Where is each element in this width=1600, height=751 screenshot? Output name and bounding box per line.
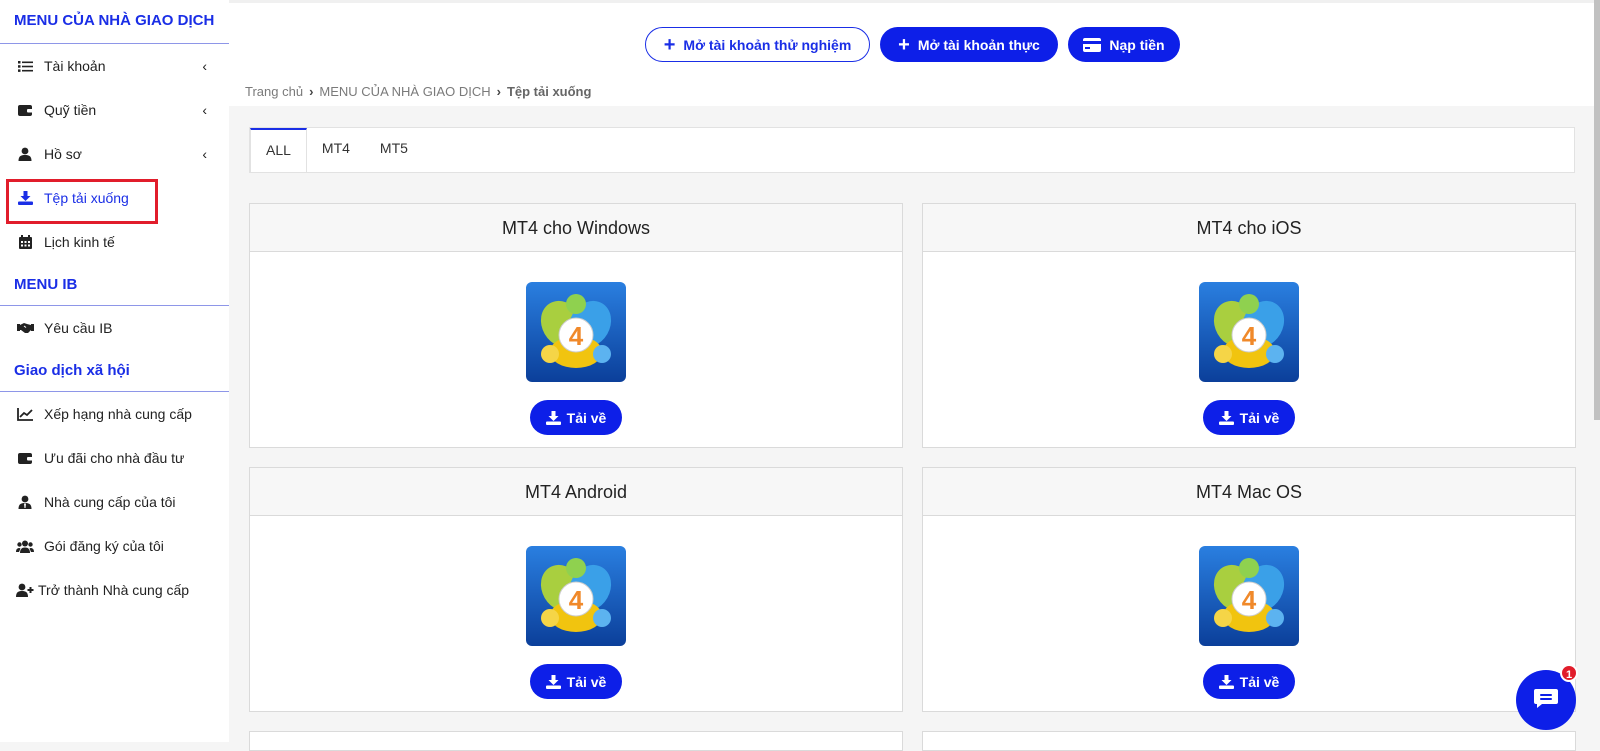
highlight-box <box>6 179 158 224</box>
user-tie-icon <box>16 493 34 511</box>
card-title: MT4 Mac OS <box>923 468 1575 516</box>
breadcrumb-current: Tệp tải xuống <box>506 84 592 99</box>
sidebar-item-label: Yêu cầu IB <box>44 320 113 336</box>
card-title: MT4 Android <box>250 468 902 516</box>
sidebar: MENU CỦA NHÀ GIAO DỊCH Tài khoản ‹ Quỹ t… <box>0 0 229 742</box>
download-icon <box>1218 410 1234 425</box>
tab-mt4[interactable]: MT4 <box>307 128 365 172</box>
user-plus-icon <box>16 581 34 599</box>
sidebar-item-my-providers[interactable]: Nhà cung cấp của tôi <box>0 480 229 524</box>
svg-text:4: 4 <box>569 585 584 615</box>
svg-text:4: 4 <box>1242 321 1257 351</box>
metatrader-logo: 4 <box>1199 546 1299 646</box>
open-demo-account-button[interactable]: + Mở tài khoản thử nghiệm <box>645 27 870 62</box>
sidebar-item-funds[interactable]: Quỹ tiền ‹ <box>0 88 229 132</box>
download-card: MT4 cho Windows 4 Tải về <box>249 203 903 448</box>
chevron-left-icon: ‹ <box>202 102 207 118</box>
wallet-icon <box>16 449 34 467</box>
svg-text:4: 4 <box>1242 585 1257 615</box>
credit-card-icon <box>1083 37 1102 52</box>
button-label: Tải về <box>1239 409 1280 426</box>
wallet-icon <box>16 101 34 119</box>
platform-tabs: ALL MT4 MT5 <box>249 127 1575 173</box>
download-button[interactable]: Tải về <box>1203 400 1295 435</box>
sidebar-item-label: Gói đăng ký của tôi <box>44 538 164 554</box>
chat-icon <box>1533 687 1559 714</box>
sidebar-item-label: Xếp hạng nhà cung cấp <box>44 406 192 422</box>
sidebar-item-ib-request[interactable]: Yêu cầu IB <box>0 306 229 350</box>
button-label: Tải về <box>566 673 607 690</box>
users-icon <box>16 537 34 555</box>
chevron-left-icon: ‹ <box>202 146 207 162</box>
sidebar-item-provider-ranking[interactable]: Xếp hạng nhà cung cấp <box>0 392 229 436</box>
sidebar-item-account[interactable]: Tài khoản ‹ <box>0 44 229 88</box>
sidebar-item-label: Ưu đãi cho nhà đầu tư <box>44 450 185 466</box>
tab-mt5[interactable]: MT5 <box>365 128 423 172</box>
sidebar-item-profile[interactable]: Hồ sơ ‹ <box>0 132 229 176</box>
sidebar-item-label: Quỹ tiền <box>44 102 97 118</box>
deposit-button[interactable]: Nạp tiền <box>1068 27 1180 62</box>
sidebar-item-become-provider[interactable]: Trở thành Nhà cung cấp <box>0 568 229 612</box>
line-chart-icon <box>16 405 34 423</box>
metatrader-logo: 4 <box>526 546 626 646</box>
social-trading-title: Giao dịch xã hội <box>0 350 229 392</box>
metatrader-logo: 4 <box>526 282 626 382</box>
button-label: Tải về <box>566 409 607 426</box>
open-real-account-button[interactable]: + Mở tài khoản thực <box>880 27 1058 62</box>
button-label: Mở tài khoản thực <box>917 36 1040 53</box>
download-card: MT4 Mac OS 4 Tải về <box>922 467 1576 712</box>
sidebar-item-label: Nhà cung cấp của tôi <box>44 494 176 510</box>
metatrader-logo: 4 <box>1199 282 1299 382</box>
download-icon <box>545 410 561 425</box>
scrollbar[interactable] <box>1594 0 1600 420</box>
list-icon <box>16 57 34 75</box>
ib-menu-title: MENU IB <box>0 264 229 306</box>
sidebar-item-my-subscriptions[interactable]: Gói đăng ký của tôi <box>0 524 229 568</box>
breadcrumb-parent[interactable]: MENU CỦA NHÀ GIAO DỊCH <box>319 84 490 99</box>
button-label: Tải về <box>1239 673 1280 690</box>
sidebar-item-label: Tài khoản <box>44 58 106 74</box>
calendar-icon <box>16 233 34 251</box>
download-button[interactable]: Tải về <box>1203 664 1295 699</box>
card-title: MT4 cho Windows <box>250 204 902 252</box>
svg-text:4: 4 <box>569 321 584 351</box>
download-card <box>249 731 903 751</box>
sidebar-item-label: Hồ sơ <box>44 146 82 162</box>
user-icon <box>16 145 34 163</box>
sidebar-item-label: Trở thành Nhà cung cấp <box>38 582 190 598</box>
button-label: Nạp tiền <box>1109 36 1165 53</box>
chevron-right-icon: › <box>309 84 314 99</box>
handshake-icon <box>16 319 34 337</box>
plus-icon: + <box>663 33 676 56</box>
download-card: MT4 Android 4 Tải về <box>249 467 903 712</box>
plus-icon: + <box>898 33 910 56</box>
trader-menu-title: MENU CỦA NHÀ GIAO DỊCH <box>0 0 229 44</box>
download-icon <box>1218 674 1234 689</box>
button-label: Mở tài khoản thử nghiệm <box>683 36 852 53</box>
download-card: MT4 cho iOS 4 Tải về <box>922 203 1576 448</box>
sidebar-item-label: Lịch kinh tế <box>44 234 115 250</box>
card-title: MT4 cho iOS <box>923 204 1575 252</box>
tab-all[interactable]: ALL <box>250 128 307 172</box>
breadcrumb: Trang chủ › MENU CỦA NHÀ GIAO DỊCH › Tệp tải… <box>245 84 591 99</box>
chevron-left-icon: ‹ <box>202 58 207 74</box>
breadcrumb-home[interactable]: Trang chủ <box>245 84 303 99</box>
sidebar-item-calendar[interactable]: Lịch kinh tế <box>0 220 229 264</box>
chevron-right-icon: › <box>496 84 501 99</box>
sidebar-item-investor-offers[interactable]: Ưu đãi cho nhà đầu tư <box>0 436 229 480</box>
notification-badge: 1 <box>1560 664 1578 682</box>
download-card <box>922 731 1576 751</box>
download-button[interactable]: Tải về <box>530 400 622 435</box>
download-icon <box>545 674 561 689</box>
download-button[interactable]: Tải về <box>530 664 622 699</box>
